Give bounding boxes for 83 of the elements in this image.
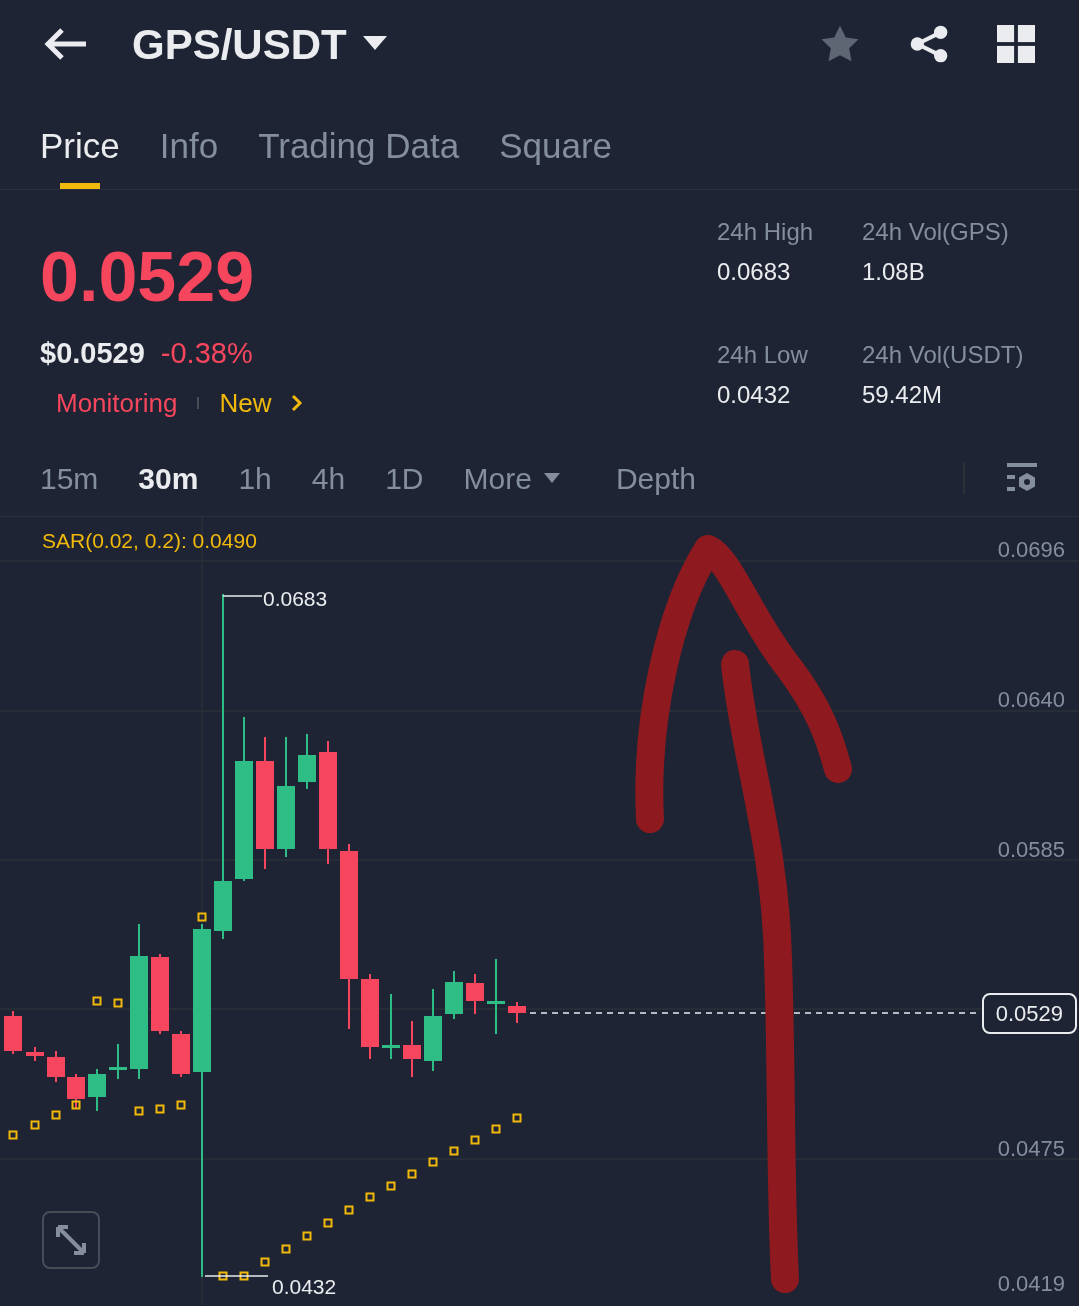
tab[interactable]: Square [499,88,613,189]
tag-label[interactable]: New [219,383,272,423]
price-axis-label: 0.0419 [997,1270,1065,1298]
low-leader-line [204,1275,269,1277]
interval-tab[interactable]: 1h [238,455,272,501]
interval-tab[interactable]: 30m [138,455,199,501]
price-axis-label: 0.0585 [997,836,1065,864]
candle [47,1050,65,1083]
price-axis-label: 0.0475 [997,1135,1065,1163]
back-arrow-icon[interactable] [44,27,88,61]
sar-point [470,1135,480,1145]
low-price-label: 0.0432 [272,1274,337,1300]
sar-point [30,1120,40,1130]
candle [109,1043,127,1080]
current-price-badge: 0.0529 [981,993,1077,1034]
sar-point [218,1271,228,1281]
sar-point [239,1271,249,1281]
stat-label: 24h Vol(GPS) [862,217,1010,247]
price-axis-label: 0.0640 [997,686,1065,714]
sar-point [281,1244,291,1254]
sar-point [365,1192,375,1202]
caret-icon [362,36,387,52]
sar-point [197,912,207,922]
candle [172,1030,190,1078]
star-icon[interactable] [819,24,861,64]
high-leader-line [222,595,263,597]
chevron-icon [291,394,304,412]
sar-point [134,1106,144,1116]
price-change: -0.38% [160,336,253,371]
sar-point [51,1110,61,1120]
stat-value: 0.0432 [717,380,792,410]
tab[interactable]: Price [40,88,120,189]
usd-price: $0.0529 [40,336,145,371]
indicator-label: SAR(0.02, 0.2): 0.0490 [42,528,257,554]
sar-point [113,998,123,1008]
last-price: 0.0529 [40,242,256,312]
sar-point [8,1130,18,1140]
candle [508,1001,526,1024]
stat-value: 0.0683 [717,257,792,287]
sar-point [92,996,102,1006]
candle [298,733,316,790]
tab[interactable]: Info [159,88,219,189]
stat-label: 24h Low [717,340,809,370]
stat-label: 24h Vol(USDT) [862,340,1025,370]
candle [4,1010,22,1055]
candle [466,973,484,1015]
tag-label[interactable]: Monitoring [56,383,178,423]
candle [67,1073,85,1110]
tab[interactable]: Trading Data [258,88,460,189]
interval-tab[interactable]: 1D [385,455,424,501]
interval-tab[interactable]: 15m [40,455,99,501]
sar-point [407,1169,417,1179]
sar-point [491,1124,501,1134]
sar-point [302,1231,312,1241]
more-dropdown[interactable]: More [463,455,560,501]
sar-point [260,1257,270,1267]
candle [382,993,400,1060]
candle [88,1068,106,1112]
sar-point [512,1113,522,1123]
sar-point [323,1218,333,1228]
sar-point [344,1205,354,1215]
sar-point [386,1181,396,1191]
pair-title[interactable]: GPS/USDT [132,12,387,76]
sar-point [449,1146,459,1156]
candle [26,1046,44,1062]
sar-point [155,1104,165,1114]
stat-label: 24h High [717,217,815,247]
high-price-label: 0.0683 [263,586,328,612]
sar-point [176,1100,186,1110]
stat-value: 59.42M [862,380,944,410]
stat-value: 1.08B [862,257,926,287]
share-icon[interactable] [909,24,949,64]
interval-tab[interactable]: 4h [311,455,346,501]
candle [445,970,463,1020]
candle [403,1020,421,1078]
depth-tab[interactable]: Depth [615,455,696,501]
expand-icon[interactable] [42,1211,100,1269]
grid-icon[interactable] [997,25,1035,63]
price-axis-label: 0.0696 [997,536,1065,564]
chart-settings-icon[interactable] [1005,462,1039,494]
sar-point [71,1100,81,1110]
caret-icon [543,472,560,484]
sar-point [428,1157,438,1167]
